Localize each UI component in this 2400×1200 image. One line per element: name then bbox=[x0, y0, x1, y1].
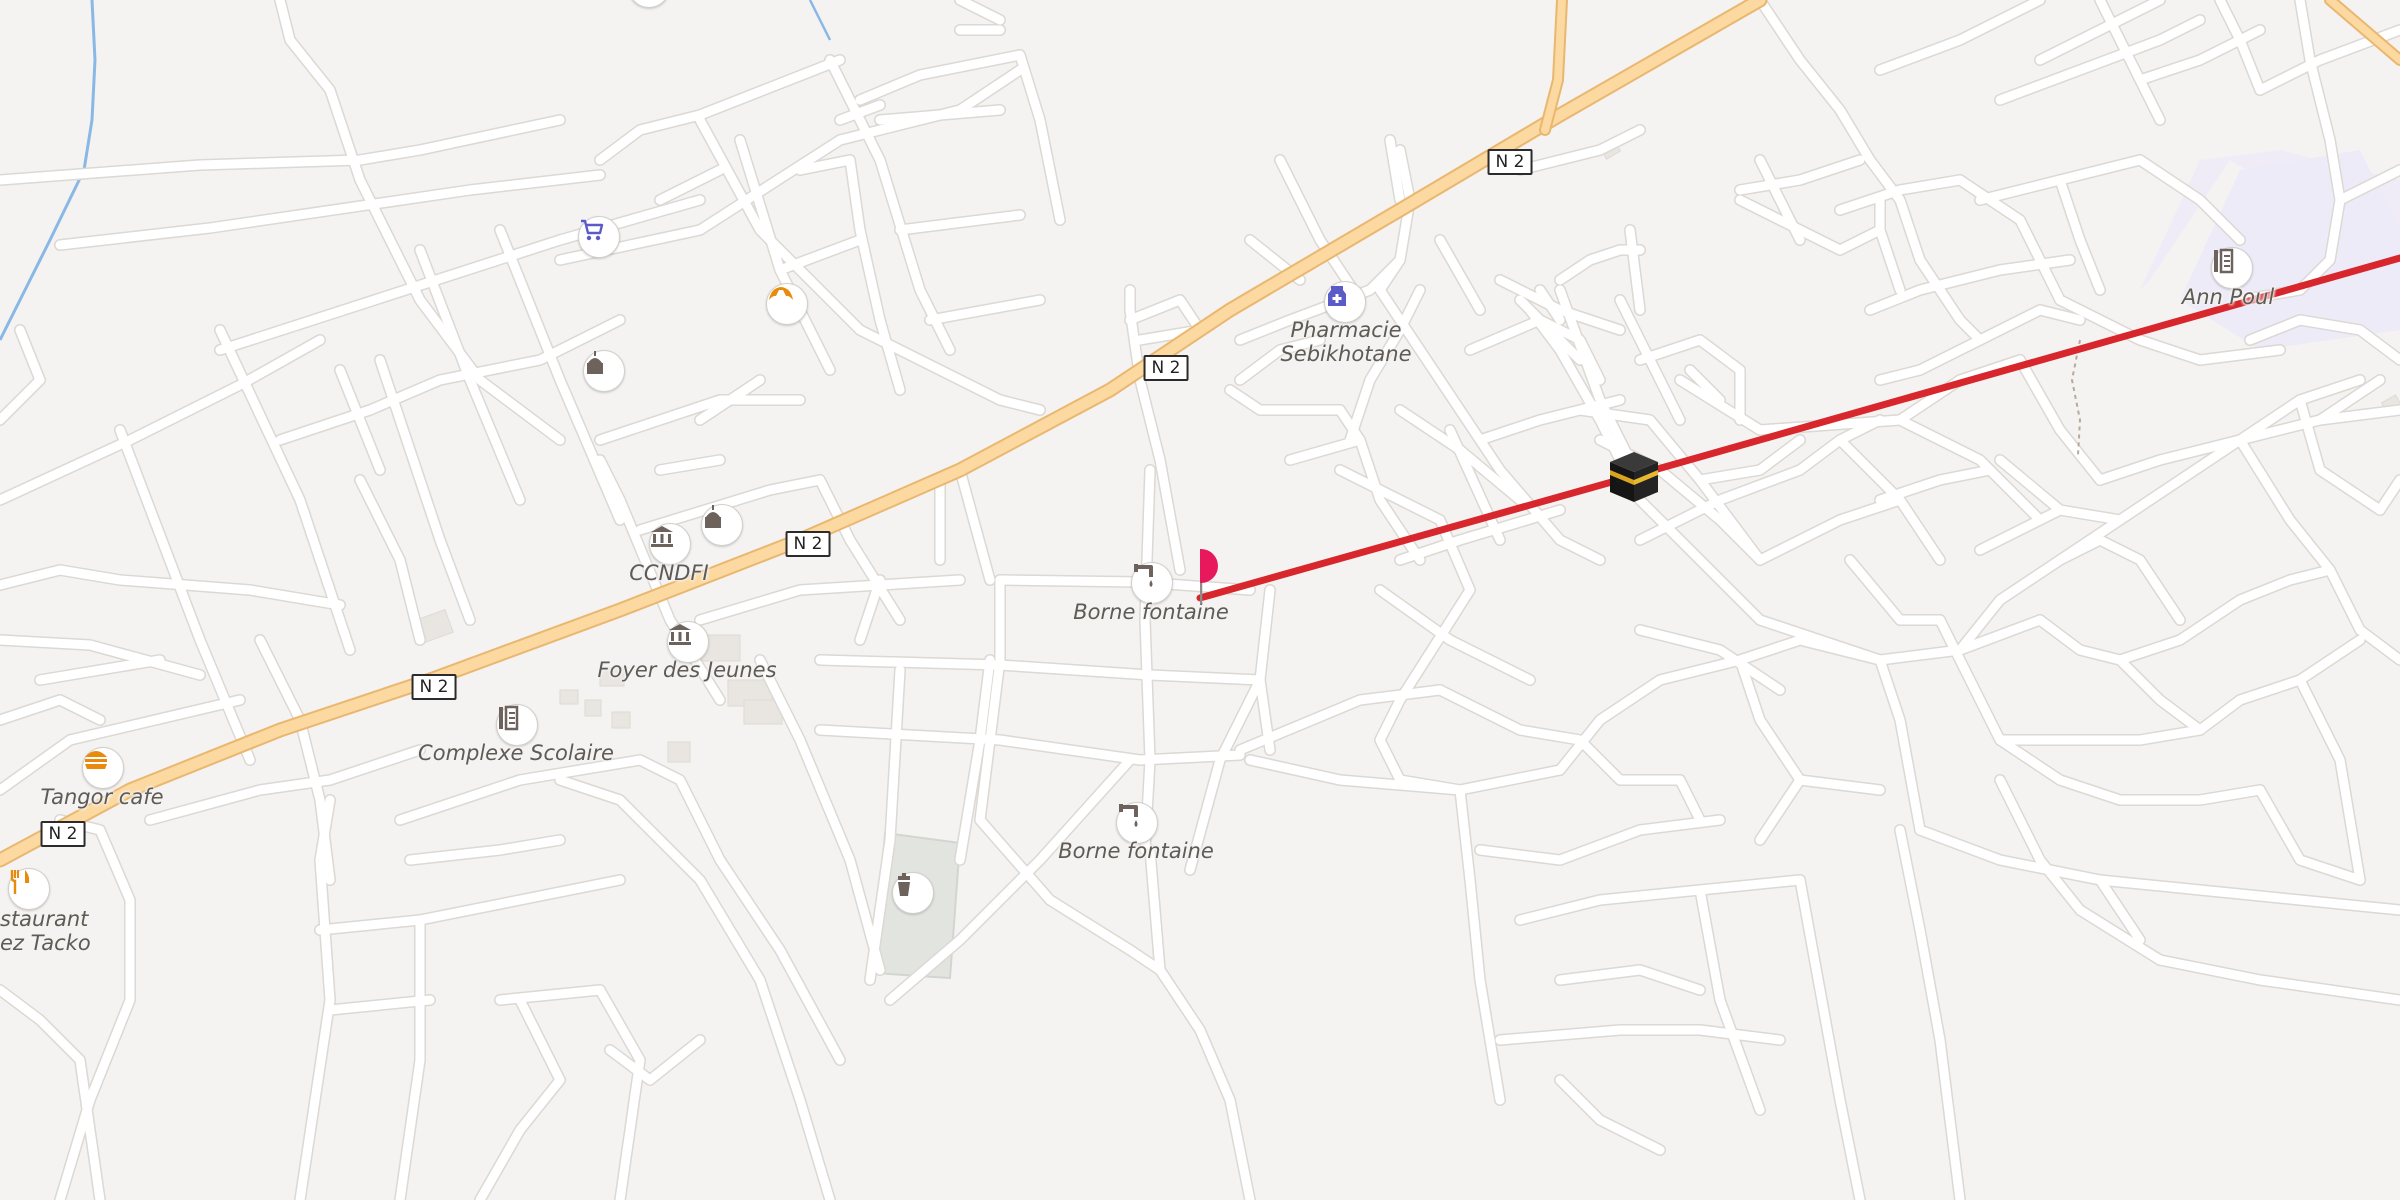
residential-road bbox=[0, 115, 565, 185]
route-line bbox=[1196, 254, 2400, 602]
kaaba-icon[interactable] bbox=[1606, 448, 1662, 504]
residential-road bbox=[1555, 965, 1705, 995]
poi-label-pharmacy: Pharmacie Sebikhotane bbox=[1280, 318, 1412, 366]
road-shield-n2: N 2 bbox=[1487, 149, 1533, 175]
fork-knife-icon[interactable] bbox=[8, 868, 50, 910]
residential-road bbox=[395, 915, 425, 1200]
residential-road bbox=[1795, 875, 1865, 1200]
residential-road bbox=[655, 455, 725, 475]
location-pin[interactable] bbox=[1200, 548, 1234, 606]
mosque-icon[interactable] bbox=[701, 504, 743, 546]
residential-road bbox=[2195, 635, 2365, 735]
residential-road bbox=[655, 165, 725, 205]
residential-road bbox=[1145, 845, 1255, 1200]
residential-road bbox=[2155, 955, 2400, 1005]
residential-road bbox=[1225, 385, 1365, 465]
residential-road bbox=[355, 475, 425, 645]
residential-road bbox=[1555, 1075, 1665, 1155]
poi-label-ann-poul: Ann Poul bbox=[2181, 285, 2275, 309]
residential-road bbox=[35, 655, 165, 685]
poi-label-complexe: Complexe Scolaire bbox=[418, 741, 614, 765]
mosque-icon[interactable] bbox=[583, 350, 625, 392]
poi-label-ccndfi: CCNDFI bbox=[629, 561, 709, 585]
pharmacy-icon[interactable] bbox=[1324, 281, 1366, 323]
residential-road bbox=[215, 195, 705, 355]
road-shield-n2: N 2 bbox=[785, 531, 831, 557]
residential-road bbox=[1755, 0, 1875, 165]
residential-road bbox=[1140, 465, 1155, 855]
residential-road bbox=[955, 0, 1005, 25]
stream-2 bbox=[808, 0, 832, 41]
poi-label-fountain: Borne fontaine bbox=[1058, 839, 1214, 863]
residential-road bbox=[0, 335, 325, 505]
residential-road bbox=[1875, 0, 2045, 75]
cart-icon[interactable] bbox=[578, 216, 620, 258]
fountain-icon[interactable] bbox=[1131, 562, 1173, 604]
residential-road bbox=[1435, 685, 1585, 745]
residential-road bbox=[1335, 465, 1475, 705]
poi-label-tangor: Tangor cafe bbox=[40, 785, 164, 809]
residential-road bbox=[2055, 535, 2185, 625]
residential-road bbox=[2055, 175, 2105, 295]
residential-road bbox=[415, 245, 525, 505]
residential-road bbox=[605, 1035, 705, 1085]
road-shield-n2: N 2 bbox=[40, 821, 86, 847]
burger-icon[interactable] bbox=[82, 747, 124, 789]
road-casing bbox=[274, 0, 566, 446]
residential-road bbox=[955, 465, 995, 585]
residential-road bbox=[1625, 225, 1645, 315]
residential-road bbox=[1975, 305, 2085, 345]
residential-road bbox=[1975, 505, 2065, 555]
road-shield-n2: N 2 bbox=[1143, 355, 1189, 381]
residential-road bbox=[0, 985, 105, 1200]
residential-road bbox=[1875, 225, 1905, 295]
residential-road bbox=[55, 170, 605, 250]
residential-road bbox=[1875, 465, 1995, 505]
residential-road bbox=[475, 995, 565, 1200]
school-icon[interactable] bbox=[496, 704, 538, 746]
road-shield-n2: N 2 bbox=[411, 674, 457, 700]
residential-road bbox=[825, 55, 955, 355]
poi-label-foyer: Foyer des Jeunes bbox=[597, 658, 777, 682]
residential-road bbox=[375, 355, 475, 625]
croissant-icon[interactable] bbox=[766, 283, 808, 325]
residential-road bbox=[1695, 885, 1765, 1115]
residential-road bbox=[1455, 785, 1505, 1105]
residential-road bbox=[1755, 495, 1905, 565]
residential-road bbox=[275, 0, 565, 445]
residential-road bbox=[2115, 655, 2205, 735]
residential-road bbox=[1435, 235, 1485, 315]
road-casing bbox=[754, 654, 886, 976]
residential-road bbox=[875, 105, 1005, 125]
map-view[interactable]: N 2 N 2 N 2 N 2 N 2 CCNDFI Foyer des Jeu… bbox=[0, 0, 2400, 1200]
school-icon[interactable] bbox=[2211, 247, 2253, 289]
residential-road bbox=[925, 295, 1045, 325]
museum-icon[interactable] bbox=[649, 523, 691, 565]
residential-road bbox=[2195, 885, 2400, 915]
road-casing bbox=[554, 64, 1026, 266]
residential-road bbox=[1755, 775, 1805, 845]
residential-road bbox=[1675, 775, 1705, 825]
cemetery-icon[interactable] bbox=[892, 872, 934, 914]
residential-road bbox=[2035, 615, 2185, 665]
museum-icon[interactable] bbox=[667, 621, 709, 663]
residential-road bbox=[555, 65, 1025, 265]
poi-label-restaurant: staurant ez Tacko bbox=[0, 907, 91, 955]
residential-road bbox=[1875, 655, 1925, 835]
fountain-icon[interactable] bbox=[1116, 802, 1158, 844]
